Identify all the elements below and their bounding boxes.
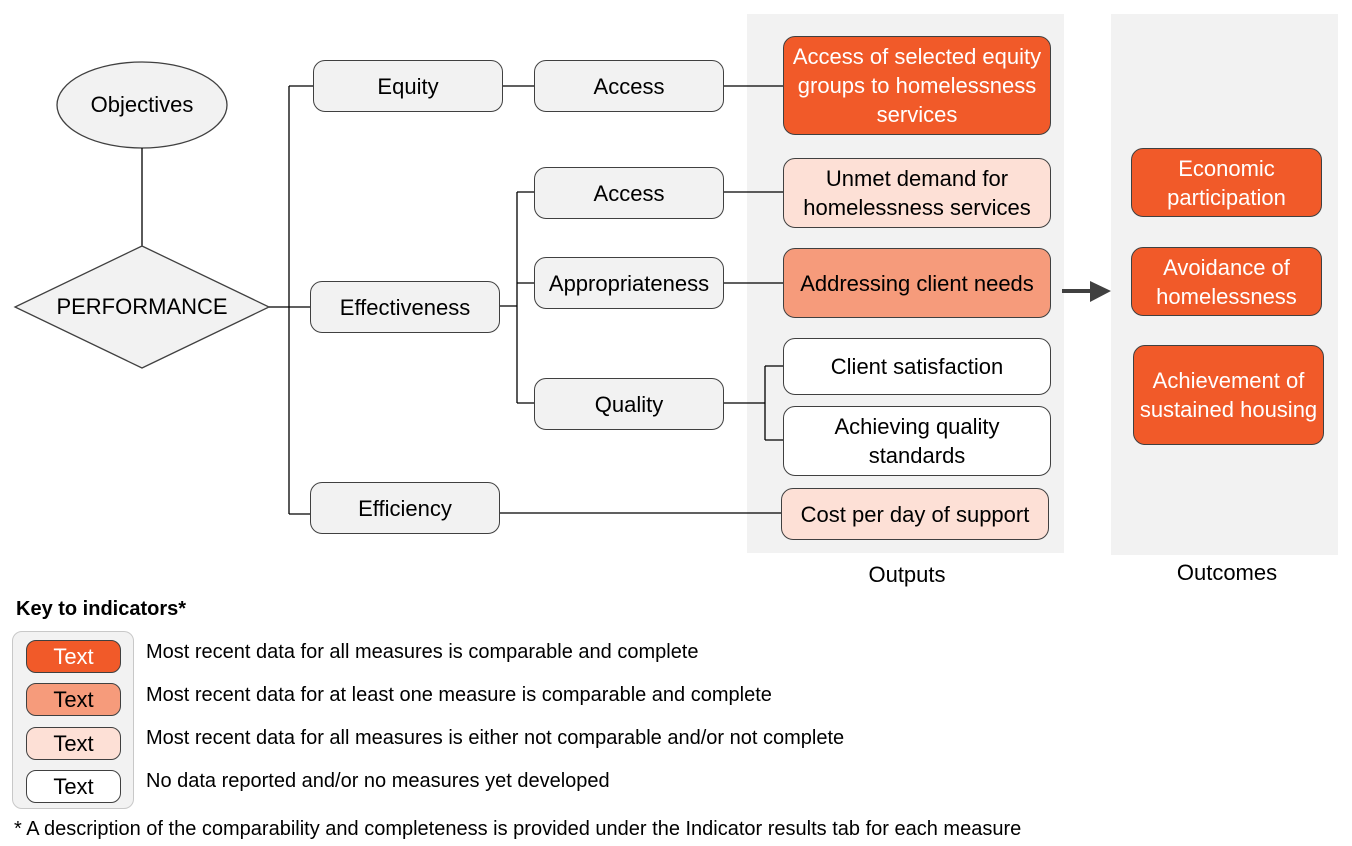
performance-label: PERFORMANCE (56, 294, 228, 319)
outcome-avoidance-of-homelessness[interactable]: Avoidance of homelessness (1131, 247, 1322, 316)
legend-footnote: * A description of the comparability and… (14, 818, 1022, 840)
output-label: Cost per day of support (800, 501, 1030, 527)
node-equity-label: Equity (377, 73, 439, 99)
legend-swatch-all-comparable: Text (26, 640, 121, 673)
output-achieving-quality-standards[interactable]: Achieving quality standards (783, 406, 1051, 476)
right-arrow-icon (1062, 281, 1111, 302)
node-equity[interactable]: Equity (313, 60, 503, 112)
output-label: Unmet demand for homelessness services (803, 166, 1031, 220)
outcome-label: Economic participation (1167, 155, 1286, 210)
legend-swatch-not-comparable: Text (26, 727, 121, 760)
output-label: Client satisfaction (830, 354, 1004, 379)
legend-swatch-no-data: Text (26, 770, 121, 803)
legend-swatch-text: Text (53, 643, 94, 669)
outcome-economic-participation[interactable]: Economic participation (1131, 148, 1322, 217)
outputs-heading: Outputs (868, 562, 946, 587)
outcome-label: Achievement of sustained housing (1139, 368, 1318, 422)
node-quality-label: Quality (594, 391, 664, 417)
legend-desc-no-data: No data reported and/or no measures yet … (146, 770, 610, 792)
node-effectiveness[interactable]: Effectiveness (310, 281, 500, 333)
legend-title: Key to indicators* (16, 598, 187, 620)
node-appropriateness[interactable]: Appropriateness (534, 257, 724, 309)
legend-desc-at-least-one: Most recent data for at least one measur… (146, 684, 772, 706)
legend-swatch-text: Text (53, 773, 94, 799)
legend-desc-not-comparable: Most recent data for all measures is eit… (146, 727, 845, 749)
node-efficiency-label: Efficiency (358, 495, 452, 521)
outcome-sustained-housing[interactable]: Achievement of sustained housing (1133, 345, 1324, 445)
node-effectiveness-access[interactable]: Access (534, 167, 724, 219)
node-effectiveness-label: Effectiveness (339, 294, 471, 320)
node-equity-access-label: Access (593, 73, 665, 99)
objectives-label: Objectives (90, 92, 194, 117)
outcome-label: Avoidance of homelessness (1156, 254, 1297, 309)
node-effectiveness-access-label: Access (593, 180, 665, 206)
output-access-equity-groups[interactable]: Access of selected equity groups to home… (783, 36, 1051, 135)
output-addressing-client-needs[interactable]: Addressing client needs (783, 248, 1051, 318)
legend-swatch-at-least-one: Text (26, 683, 121, 716)
legend-desc-all-comparable: Most recent data for all measures is com… (146, 641, 699, 663)
output-label: Achieving quality standards (834, 414, 1000, 468)
node-appropriateness-label: Appropriateness (548, 270, 710, 296)
node-quality[interactable]: Quality (534, 378, 724, 430)
output-label: Addressing client needs (800, 270, 1034, 296)
outcomes-heading: Outcomes (1176, 560, 1278, 585)
output-label: Access of selected equity groups to home… (792, 44, 1042, 127)
output-unmet-demand[interactable]: Unmet demand for homelessness services (783, 158, 1051, 228)
node-efficiency[interactable]: Efficiency (310, 482, 500, 534)
legend-swatch-text: Text (53, 686, 94, 712)
legend-swatch-text: Text (53, 730, 94, 756)
output-client-satisfaction[interactable]: Client satisfaction (783, 338, 1051, 395)
node-equity-access[interactable]: Access (534, 60, 724, 112)
output-cost-per-day[interactable]: Cost per day of support (781, 488, 1049, 540)
